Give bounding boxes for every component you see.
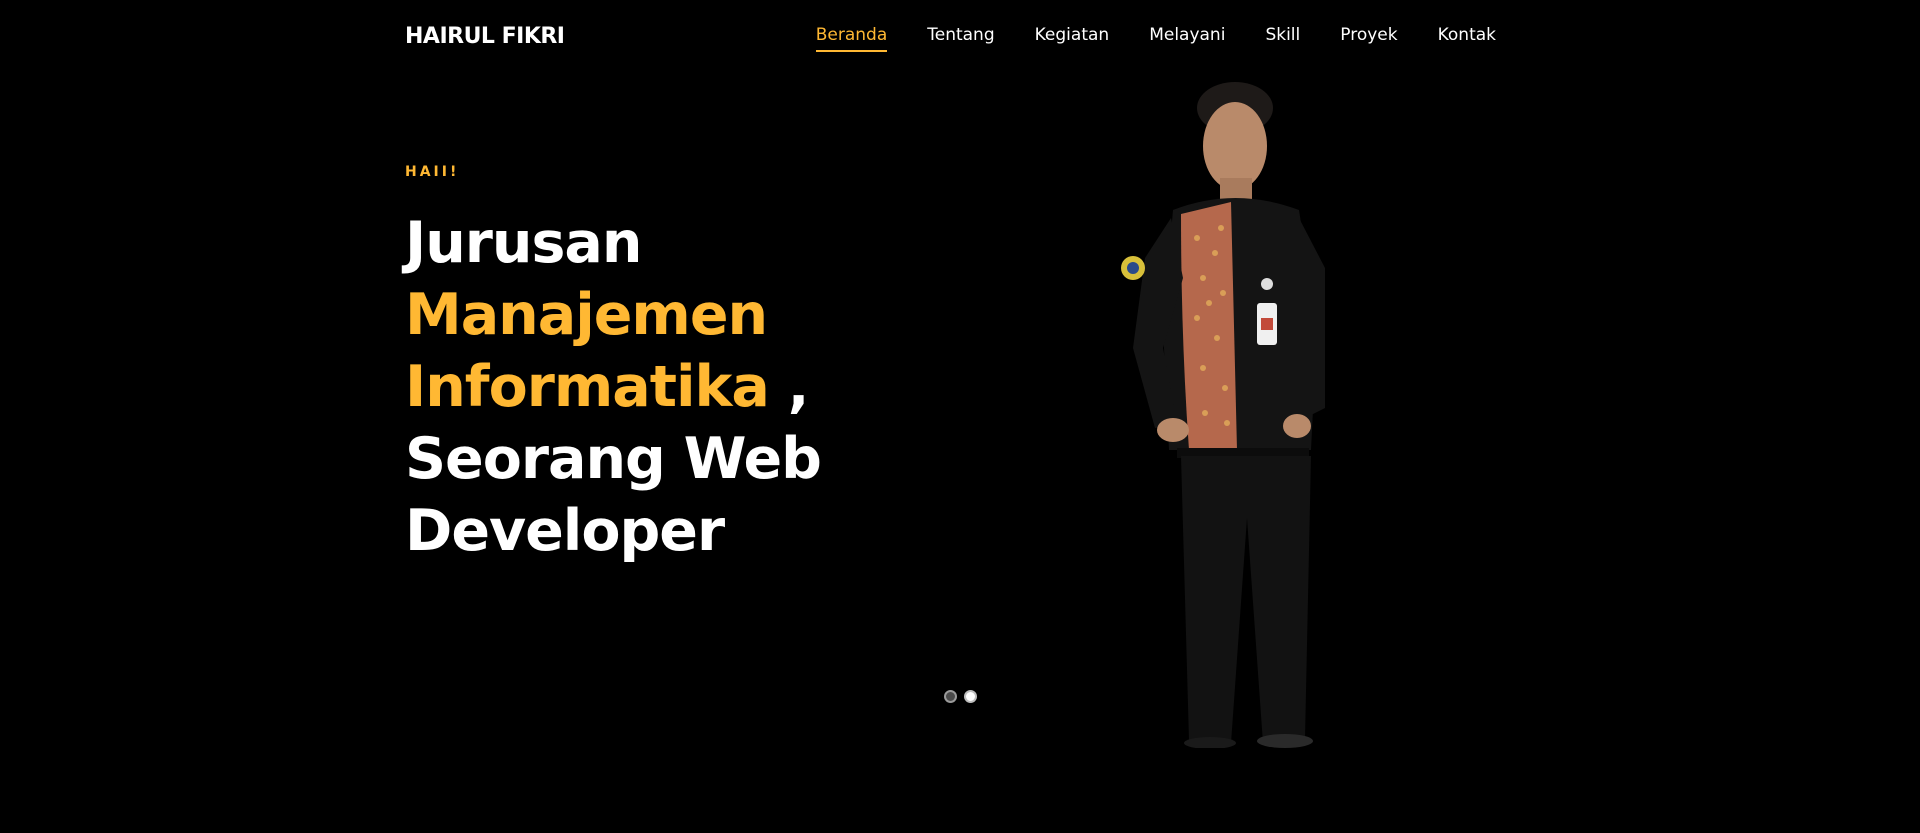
nav-item-kontak: Kontak [1438,25,1496,52]
hero-intro: HAII! Jurusan Manajemen Informatika , Se… [405,164,925,567]
nav-item-melayani: Melayani [1149,25,1225,52]
nav-item-skill: Skill [1265,25,1300,52]
slider-dot-2[interactable] [964,690,977,703]
site-logo[interactable]: HAIRUL FIKRI [405,24,565,49]
hero-greeting: HAII! [405,164,460,180]
profile-photo [1085,78,1345,748]
nav-link-melayani[interactable]: Melayani [1149,25,1225,50]
nav-link-beranda[interactable]: Beranda [815,25,888,52]
headline-comma: , [768,354,810,420]
slider-dot-1[interactable] [944,690,957,703]
nav-item-tentang: Tentang [927,25,994,52]
nav-item-beranda: Beranda [815,25,888,52]
site-header: HAIRUL FIKRI Beranda Tentang Kegiatan Me… [0,0,1920,74]
headline-accent-2: Informatika [405,354,770,420]
nav-link-proyek[interactable]: Proyek [1340,25,1397,50]
slider-pagination [944,690,977,703]
nav-item-proyek: Proyek [1340,25,1397,52]
hero-headline: Jurusan Manajemen Informatika , Seorang … [405,207,925,567]
headline-line-2: Informatika , [405,351,925,423]
headline-line-3: Seorang Web [405,426,822,492]
person-illustration [1121,82,1325,748]
hero-page: HAIRUL FIKRI Beranda Tentang Kegiatan Me… [0,0,1920,833]
headline-line-1: Jurusan [405,210,642,276]
main-nav: Beranda Tentang Kegiatan Melayani Skill … [815,25,1496,52]
nav-link-tentang[interactable]: Tentang [927,25,994,50]
headline-accent-1: Manajemen [405,282,768,348]
nav-link-kegiatan[interactable]: Kegiatan [1035,25,1110,50]
headline-line-4: Developer [405,498,725,564]
nav-item-kegiatan: Kegiatan [1035,25,1110,52]
nav-link-skill[interactable]: Skill [1265,25,1300,50]
nav-link-kontak[interactable]: Kontak [1438,25,1496,50]
